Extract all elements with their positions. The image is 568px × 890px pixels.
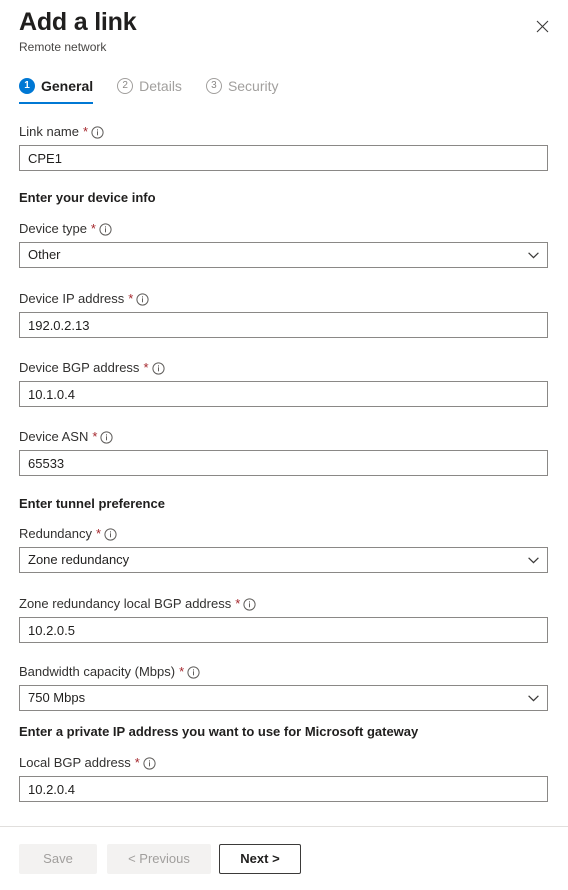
bandwidth-label-text: Bandwidth capacity (Mbps) — [19, 664, 176, 679]
previous-button[interactable]: < Previous — [107, 844, 211, 874]
info-icon[interactable] — [136, 292, 149, 306]
device-type-value: Other — [19, 242, 548, 268]
device-asn-label: Device ASN * — [19, 429, 548, 445]
tab-details-number: 2 — [117, 78, 134, 94]
info-icon[interactable] — [243, 597, 256, 611]
device-type-select[interactable]: Other — [19, 242, 548, 268]
page-subtitle: Remote network — [19, 40, 107, 54]
device-ip-input[interactable] — [19, 312, 548, 338]
bandwidth-value: 750 Mbps — [19, 685, 548, 711]
zone-local-bgp-label: Zone redundancy local BGP address * — [19, 596, 548, 612]
redundancy-label-text: Redundancy — [19, 526, 92, 541]
tab-general[interactable]: 1 General — [19, 78, 94, 104]
device-asn-label-text: Device ASN — [19, 429, 89, 444]
field-device-bgp: Device BGP address * — [19, 360, 548, 407]
device-ip-label: Device IP address * — [19, 291, 548, 307]
info-icon[interactable] — [187, 665, 200, 679]
info-icon[interactable] — [91, 125, 104, 139]
device-bgp-input[interactable] — [19, 381, 548, 407]
info-icon[interactable] — [151, 361, 165, 375]
field-device-type: Device type * Other — [19, 221, 548, 268]
save-button[interactable]: Save — [19, 844, 97, 874]
required-marker: * — [143, 360, 149, 375]
section-header-microsoft-gateway: Enter a private IP address you want to u… — [19, 724, 419, 739]
tab-general-label: General — [41, 78, 94, 94]
device-type-label-text: Device type — [19, 221, 87, 236]
required-marker: * — [179, 664, 185, 679]
wizard-tablist: 1 General 2 Details 3 Security — [19, 78, 279, 104]
link-name-label-text: Link name — [19, 124, 79, 139]
panel-header: Add a link Remote network — [0, 0, 568, 62]
redundancy-select[interactable]: Zone redundancy — [19, 547, 548, 573]
info-icon[interactable] — [100, 430, 114, 444]
general-form: Link name * Enter your device info Devic… — [0, 118, 568, 826]
bandwidth-select[interactable]: 750 Mbps — [19, 685, 548, 711]
tab-security-number: 3 — [205, 78, 222, 94]
field-zone-local-bgp: Zone redundancy local BGP address * — [19, 596, 548, 643]
required-marker: * — [235, 596, 241, 611]
info-icon[interactable] — [104, 527, 117, 541]
tab-security-label: Security — [227, 78, 279, 94]
device-ip-label-text: Device IP address — [19, 291, 125, 306]
info-icon[interactable] — [143, 756, 156, 770]
local-bgp-label: Local BGP address * — [19, 755, 548, 771]
required-marker: * — [128, 291, 134, 306]
device-bgp-label-text: Device BGP address — [19, 360, 140, 375]
link-name-label: Link name * — [19, 124, 548, 140]
info-icon[interactable] — [99, 222, 112, 236]
section-header-tunnel-preference: Enter tunnel preference — [19, 496, 165, 511]
device-asn-input[interactable] — [19, 450, 548, 476]
field-device-asn: Device ASN * — [19, 429, 548, 476]
tab-details[interactable]: 2 Details — [117, 78, 182, 104]
link-name-input[interactable] — [19, 145, 548, 171]
zone-local-bgp-label-text: Zone redundancy local BGP address — [19, 596, 232, 611]
field-local-bgp: Local BGP address * — [19, 755, 548, 802]
tab-security[interactable]: 3 Security — [205, 78, 279, 104]
close-icon[interactable] — [526, 10, 558, 42]
required-marker: * — [96, 526, 102, 541]
field-redundancy: Redundancy * Zone redundancy — [19, 526, 548, 573]
required-marker: * — [134, 755, 140, 770]
required-marker: * — [92, 429, 98, 444]
page-title: Add a link — [19, 8, 137, 36]
tab-general-number: 1 — [19, 78, 35, 94]
bandwidth-label: Bandwidth capacity (Mbps) * — [19, 664, 548, 680]
device-bgp-label: Device BGP address * — [19, 360, 548, 376]
local-bgp-input[interactable] — [19, 776, 548, 802]
zone-local-bgp-input[interactable] — [19, 617, 548, 643]
required-marker: * — [90, 221, 96, 236]
section-header-device-info: Enter your device info — [19, 190, 156, 205]
add-link-panel: Add a link Remote network 1 General 2 De… — [0, 0, 568, 890]
panel-footer: Save < Previous Next > — [0, 826, 568, 890]
next-button[interactable]: Next > — [219, 844, 301, 874]
close-glyph — [536, 20, 548, 32]
field-link-name: Link name * — [19, 124, 548, 171]
redundancy-label: Redundancy * — [19, 526, 548, 542]
redundancy-value: Zone redundancy — [19, 547, 548, 573]
required-marker: * — [82, 124, 89, 139]
field-bandwidth: Bandwidth capacity (Mbps) * 750 Mbps — [19, 664, 548, 711]
device-type-label: Device type * — [19, 221, 548, 237]
local-bgp-label-text: Local BGP address — [19, 755, 131, 770]
field-device-ip: Device IP address * — [19, 291, 548, 338]
tab-details-label: Details — [139, 78, 182, 94]
